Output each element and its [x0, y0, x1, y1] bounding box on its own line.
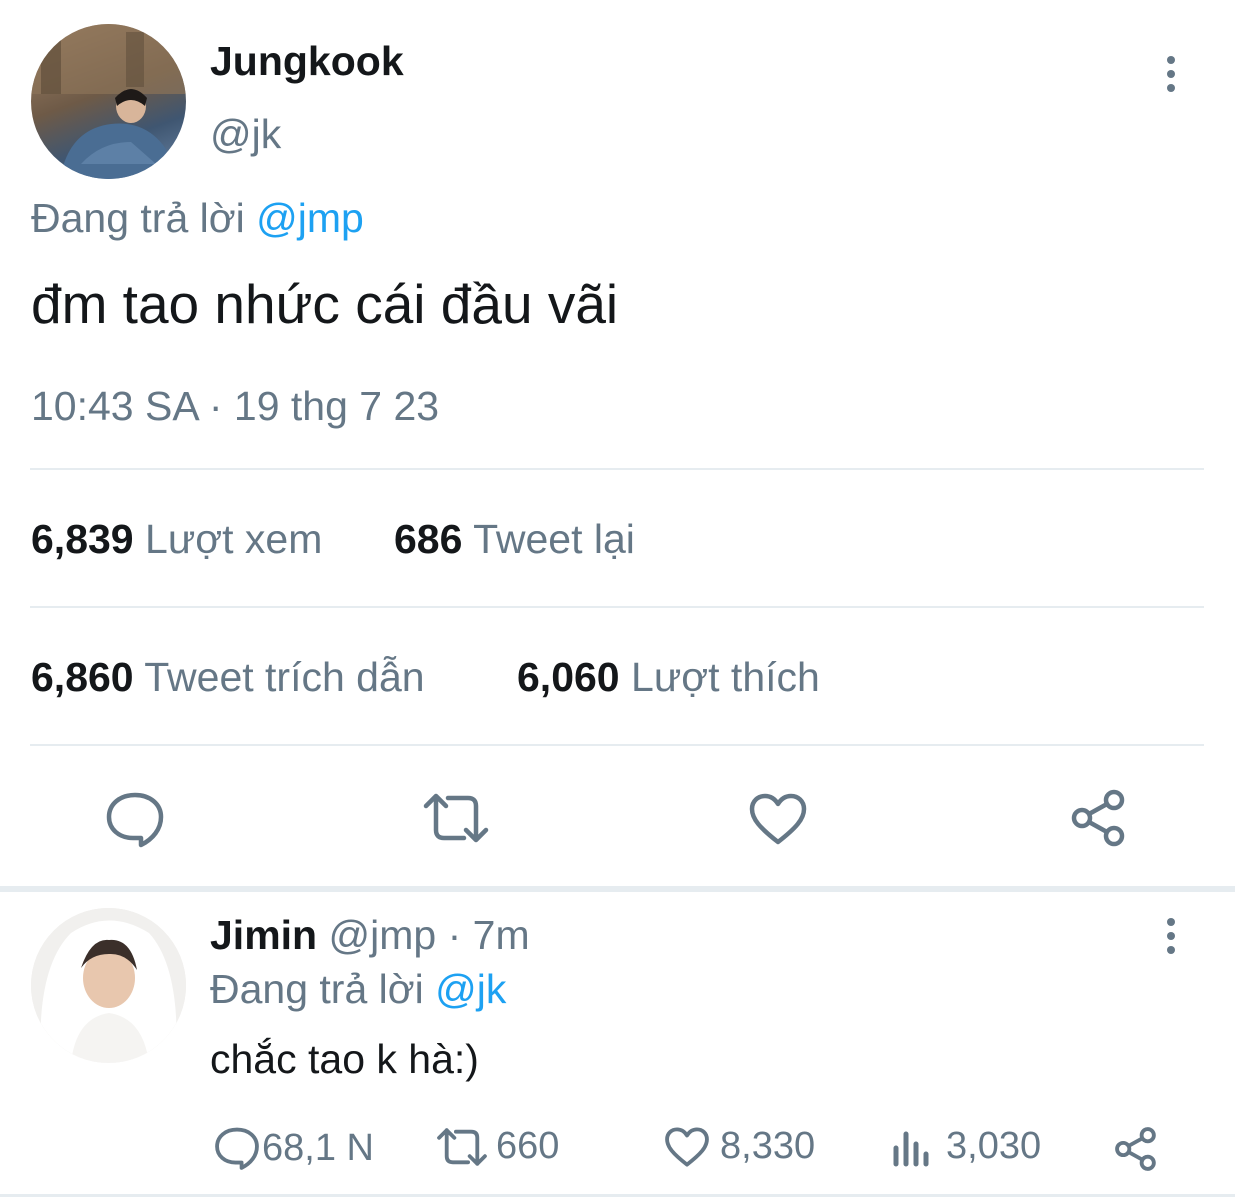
reply-action-like[interactable]: 8,330 [664, 1125, 815, 1168]
views-count: 6,839 [31, 516, 134, 562]
reply-action-views[interactable]: 3,030 [892, 1125, 1041, 1168]
stat-likes[interactable]: 6,060 Lượt thích [517, 654, 820, 701]
bottom-divider [0, 1194, 1235, 1197]
retweets-count: 686 [394, 516, 463, 562]
reply-icon [215, 1127, 259, 1170]
tweet-time: 10:43 SA [31, 383, 198, 429]
tweet-date: 19 thg 7 23 [233, 383, 440, 429]
reply-action-reply[interactable]: 68,1 N [214, 1125, 374, 1171]
reply-text: chắc tao k hà:) [210, 1036, 479, 1082]
reply-author-handle[interactable]: @jmp [329, 912, 437, 958]
reply-share-icon[interactable] [1114, 1126, 1160, 1172]
reply-prefix: Đang trả lời [210, 966, 424, 1012]
avatar-photo [31, 24, 186, 179]
reply-context: Đang trả lời @jk [210, 966, 506, 1013]
like-icon[interactable] [748, 792, 808, 846]
divider [30, 468, 1204, 470]
reply-author-avatar[interactable] [31, 908, 186, 1063]
divider [30, 744, 1204, 746]
like-icon [665, 1126, 709, 1167]
reply-more-options-icon[interactable] [1160, 918, 1182, 960]
tweet-text: đm tao nhức cái đầu vãi [31, 273, 619, 335]
share-icon[interactable] [1070, 788, 1130, 848]
reply-author-name[interactable]: Jimin [210, 912, 317, 958]
like-count: 8,330 [720, 1125, 816, 1167]
reply-separator: · [447, 912, 462, 958]
likes-count: 6,060 [517, 654, 620, 700]
reply-avatar-photo [31, 908, 186, 1063]
author-avatar[interactable] [31, 24, 186, 179]
reply-to-link[interactable]: @jk [435, 966, 506, 1012]
divider [30, 606, 1204, 608]
quotes-label: Tweet trích dẫn [144, 654, 425, 700]
reply-context: Đang trả lời @jmp [31, 195, 364, 242]
section-divider [0, 886, 1235, 892]
tweet-timestamp: 10:43 SA · 19 thg 7 23 [31, 383, 439, 430]
stat-retweets[interactable]: 686 Tweet lại [394, 516, 635, 563]
retweets-label: Tweet lại [473, 516, 635, 562]
retweet-icon [437, 1127, 487, 1166]
timestamp-separator: · [208, 383, 223, 429]
likes-label: Lượt thích [631, 654, 820, 700]
author-name[interactable]: Jungkook [210, 38, 404, 85]
author-handle[interactable]: @jk [210, 111, 281, 158]
more-options-icon[interactable] [1160, 56, 1182, 98]
stat-quotes[interactable]: 6,860 Tweet trích dẫn [31, 654, 425, 701]
views-count: 3,030 [946, 1125, 1042, 1167]
reply-icon[interactable] [105, 790, 165, 848]
reply-time: 7m [472, 912, 530, 958]
stat-views[interactable]: 6,839 Lượt xem [31, 516, 322, 563]
reply-prefix: Đang trả lời [31, 195, 245, 241]
views-label: Lượt xem [145, 516, 323, 562]
reply-header: Jimin @jmp · 7m [210, 912, 530, 959]
retweet-count: 660 [496, 1125, 560, 1167]
reply-count: 68,1 N [262, 1126, 374, 1169]
views-icon [893, 1131, 929, 1166]
reply-to-link[interactable]: @jmp [256, 195, 364, 241]
quotes-count: 6,860 [31, 654, 134, 700]
retweet-icon[interactable] [422, 792, 490, 844]
reply-action-retweet[interactable]: 660 [436, 1125, 559, 1168]
